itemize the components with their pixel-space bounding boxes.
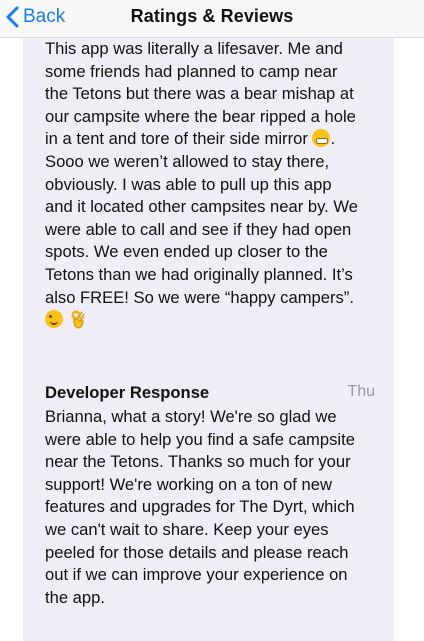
review-line: some friends had planned to camp near	[45, 61, 338, 81]
response-line: out if we can improve your experience on	[45, 565, 348, 585]
review-line: our campsite where the bear ripped a hol…	[45, 106, 356, 126]
response-line: were able to help you find a safe campsi…	[45, 429, 355, 449]
review-body: This app was literally a lifesaver. Me a…	[45, 38, 385, 332]
response-line: near the Tetons. Thanks so much for your	[45, 452, 351, 472]
review-emoji-line	[45, 309, 385, 332]
review-line: This app was literally a lifesaver. Me a…	[45, 39, 343, 58]
review-line: spots. We even ended up closer to the	[45, 242, 328, 262]
developer-response-body: Brianna, what a story! We're so glad we …	[45, 406, 385, 609]
ok-hand-emoji	[71, 310, 85, 329]
review-line: also FREE! So we were “happy campers”.	[45, 287, 354, 307]
response-line: peeled for those details and please reac…	[45, 542, 349, 562]
review-line: obviously. I was able to pull up this ap…	[45, 174, 332, 194]
review-card: This app was literally a lifesaver. Me a…	[23, 38, 394, 641]
page-title: Ratings & Reviews	[130, 6, 294, 26]
review-line: in a tent and tore of their side mirror …	[45, 128, 385, 151]
review-line-suffix: .	[330, 129, 336, 149]
navigation-bar: Back Ratings & Reviews	[0, 0, 424, 38]
review-line: the Tetons but there was a bear mishap a…	[45, 84, 354, 104]
response-line: features and upgrades for The Dyrt, whic…	[45, 497, 355, 517]
review-line: Sooo we weren’t allowed to stay there,	[45, 151, 330, 171]
response-line: the app.	[45, 587, 105, 607]
developer-response-date: Thu	[347, 383, 375, 400]
grimacing-face-emoji	[312, 129, 331, 148]
developer-response-label: Developer Response	[45, 383, 210, 402]
response-line: Brianna, what a story! We're so glad we	[45, 407, 337, 426]
response-line: we can't wait to share. Keep your eyes	[45, 519, 329, 539]
review-line: were able to call and see if they had op…	[45, 219, 352, 239]
developer-response-header: Developer Response Thu	[45, 383, 375, 405]
review-line: and it located other campsites near by. …	[45, 197, 358, 217]
review-line-text: in a tent and tore of their side mirror	[45, 129, 308, 149]
response-line: support! We're working on a ton of new	[45, 474, 332, 494]
review-line: Tetons than we had originally planned. I…	[45, 264, 353, 284]
winking-face-emoji	[45, 310, 63, 329]
